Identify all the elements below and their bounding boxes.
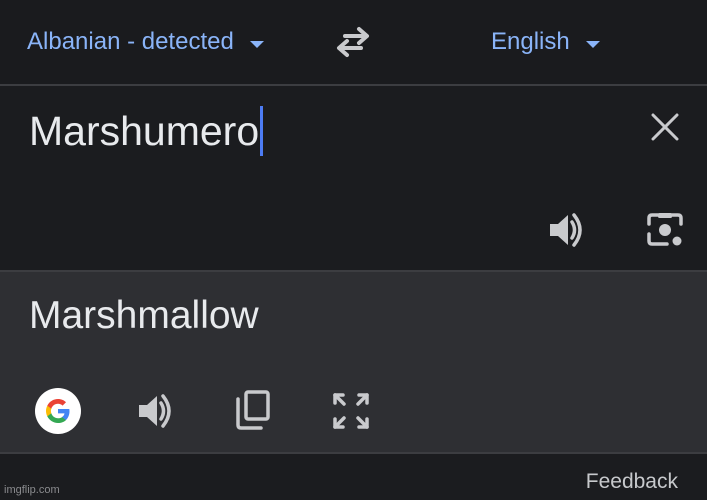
source-language-selector[interactable]: Albanian - detected (27, 28, 264, 56)
watermark: imgflip.com (4, 484, 60, 496)
speaker-icon (139, 394, 171, 428)
camera-icon (647, 213, 683, 246)
text-cursor (260, 106, 264, 156)
camera-input-button[interactable] (645, 210, 685, 250)
chevron-down-icon (249, 40, 264, 48)
fullscreen-button[interactable] (332, 392, 370, 430)
translate-app: Albanian - detected English Marshumero M… (0, 0, 707, 500)
speaker-icon (550, 213, 582, 247)
source-text-input[interactable]: Marshumero (29, 106, 264, 156)
feedback-link[interactable]: Feedback (586, 470, 678, 494)
google-search-button[interactable] (35, 388, 81, 434)
swap-arrows-icon (337, 27, 369, 57)
listen-translation-button[interactable] (135, 391, 175, 431)
close-icon (651, 113, 679, 141)
language-bar: Albanian - detected English (0, 0, 707, 84)
fullscreen-icon (333, 393, 369, 429)
google-logo-icon (46, 399, 70, 423)
target-language-selector[interactable]: English (491, 28, 600, 56)
translation-output-panel: Marshmallow (0, 272, 707, 452)
source-text: Marshumero (29, 107, 260, 154)
target-language-label: English (491, 28, 570, 55)
source-input-panel[interactable]: Marshumero (0, 86, 707, 270)
chevron-down-icon (585, 40, 600, 48)
clear-input-button[interactable] (648, 110, 682, 144)
translation-result: Marshmallow (29, 294, 259, 337)
swap-languages-button[interactable] (333, 24, 373, 60)
copy-icon (236, 390, 270, 430)
listen-source-button[interactable] (546, 210, 586, 250)
footer: Feedback imgflip.com (0, 454, 707, 500)
copy-translation-button[interactable] (233, 389, 273, 431)
source-language-label: Albanian - detected (27, 28, 234, 55)
